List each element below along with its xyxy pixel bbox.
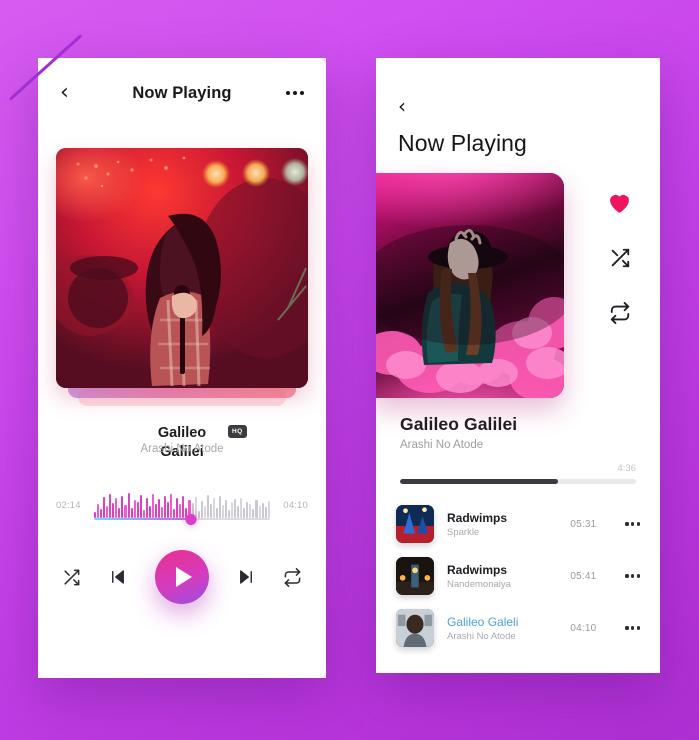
track-text: Radwimps Nandemonaiya — [447, 563, 557, 590]
progress-section: 4:36 — [376, 451, 660, 484]
track-name: Radwimps — [447, 562, 508, 577]
more-horizontal-icon[interactable] — [286, 91, 304, 95]
side-actions — [607, 191, 632, 329]
waveform-baseline — [94, 518, 270, 520]
skip-previous-icon[interactable] — [109, 568, 127, 586]
waveform-knob[interactable] — [185, 514, 197, 525]
album-art-stack — [56, 148, 308, 406]
waveform-bars — [94, 484, 270, 518]
favorite-icon[interactable] — [607, 191, 632, 219]
track-duration: 04:10 — [570, 622, 597, 634]
play-button[interactable] — [155, 550, 209, 604]
track-thumbnail — [396, 505, 434, 543]
phone-screen-left: ‹ Now Playing Galileo Galilei HQ Arashi … — [38, 58, 326, 678]
shuffle-icon[interactable] — [609, 247, 631, 274]
track-name: Galileo Galeli — [447, 614, 519, 629]
left-topbar: ‹ Now Playing — [38, 58, 326, 128]
track-row[interactable]: Radwimps Sparkle 05:31 — [396, 498, 640, 550]
track-subtitle: Nandemonaiya — [447, 578, 511, 590]
track-row[interactable]: Galileo Galeli Arashi No Atode 04:10 — [396, 602, 640, 654]
elapsed-time: 02:14 — [56, 499, 81, 511]
phone-screen-right: ‹ Now Playing Galileo Galilei Arashi No … — [376, 58, 660, 673]
hero-section — [376, 173, 660, 398]
track-row[interactable]: Radwimps Nandemonaiya 05:41 — [396, 550, 640, 602]
track-duration: 05:31 — [570, 518, 597, 530]
album-art-right[interactable] — [376, 173, 564, 398]
track-title-line1: Galileo — [157, 425, 207, 441]
track-name: Radwimps — [447, 510, 508, 525]
track-subtitle: Arashi No Atode — [447, 630, 516, 642]
track-meta-right: Galileo Galilei Arashi No Atode — [376, 398, 660, 451]
total-time: 4:36 — [617, 463, 637, 474]
page-title: Now Playing — [398, 130, 527, 156]
track-thumbnail — [396, 609, 434, 647]
track-artist: Arashi No Atode — [400, 439, 484, 451]
more-horizontal-icon[interactable] — [625, 574, 640, 578]
repeat-icon[interactable] — [283, 567, 302, 587]
more-horizontal-icon[interactable] — [625, 626, 640, 630]
track-meta-left: Galileo Galilei HQ Arashi No Atode — [38, 424, 326, 470]
track-thumbnail — [396, 557, 434, 595]
skip-next-icon[interactable] — [237, 568, 255, 586]
back-icon[interactable]: ‹ — [376, 58, 660, 116]
track-text: Galileo Galeli Arashi No Atode — [447, 615, 557, 642]
play-icon — [176, 567, 192, 587]
total-time: 04:10 — [283, 499, 308, 511]
track-duration: 05:41 — [570, 570, 597, 582]
repeat-icon[interactable] — [609, 302, 631, 329]
track-title: Galileo Galilei — [400, 414, 518, 434]
waveform-scrubber[interactable] — [94, 484, 270, 526]
back-icon[interactable]: ‹ — [60, 82, 80, 104]
shuffle-icon[interactable] — [62, 568, 81, 587]
page-title: Now Playing — [132, 83, 232, 102]
track-artist: Arashi No Atode — [140, 443, 224, 455]
track-text: Radwimps Sparkle — [447, 511, 557, 538]
player-controls — [62, 550, 302, 604]
more-horizontal-icon[interactable] — [625, 522, 640, 526]
track-list: Radwimps Sparkle 05:31 Radwimps Nandemonaiya… — [376, 484, 660, 654]
album-art-left[interactable] — [56, 148, 308, 388]
track-subtitle: Sparkle — [447, 526, 480, 538]
waveform-row: 02:14 04:10 — [56, 484, 308, 526]
hq-badge: HQ — [228, 425, 247, 438]
